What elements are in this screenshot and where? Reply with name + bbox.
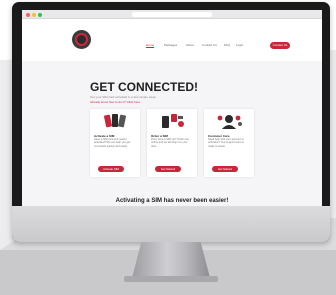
footer-tagline: Activating a SIM has never been easier!	[115, 198, 229, 204]
card-text: Don't have a SIM yet? Order one online a…	[151, 138, 189, 148]
nav-item-home[interactable]: Home	[146, 43, 155, 48]
support-agent-icon	[217, 115, 242, 129]
card-text: Need help with your account or activatio…	[208, 138, 244, 148]
minimize-window-icon[interactable]	[32, 13, 36, 17]
site-logo[interactable]	[72, 30, 91, 49]
hero-subtitle: Get your SIM card activated in a few sim…	[90, 95, 156, 99]
phone-setup-icon	[162, 114, 184, 128]
get-started-button[interactable]: Get Started	[155, 166, 181, 172]
activate-sim-button[interactable]: Activate SIM	[98, 166, 124, 172]
site-header	[22, 19, 322, 61]
hero-link[interactable]: Already know how to do it? Click here	[90, 100, 140, 104]
website-screen: Home Packages About Contact Us FAQ Login…	[22, 10, 322, 206]
nav-item-packages[interactable]: Packages	[164, 43, 177, 47]
nav-item-faq[interactable]: FAQ	[224, 43, 230, 47]
card-text: Have a SIM card and need it activated? W…	[94, 138, 131, 148]
address-bar[interactable]	[132, 12, 212, 17]
card-activate-sim: Activate a SIM Have a SIM card and need …	[90, 109, 140, 177]
imac-stand-base	[124, 276, 218, 282]
apple-logo-icon	[162, 213, 182, 235]
close-window-icon[interactable]	[26, 13, 30, 17]
card-customer-care: Customer Care Need help with your accoun…	[204, 109, 254, 177]
nav-item-about[interactable]: About	[186, 43, 194, 47]
zoom-window-icon[interactable]	[38, 13, 42, 17]
nav-cta-button[interactable]: Contact Us	[270, 42, 290, 49]
nav-item-contact[interactable]: Contact Us	[202, 43, 217, 47]
imac-stand	[132, 242, 210, 278]
get-started-button[interactable]: Get Started	[212, 166, 238, 172]
sim-cards-icon	[104, 114, 126, 128]
browser-toolbar	[22, 10, 322, 19]
nav-item-login[interactable]: Login	[236, 43, 243, 47]
card-order-sim: Order a SIM Don't have a SIM yet? Order …	[147, 109, 197, 177]
hero-title: GET CONNECTED!	[90, 80, 198, 94]
